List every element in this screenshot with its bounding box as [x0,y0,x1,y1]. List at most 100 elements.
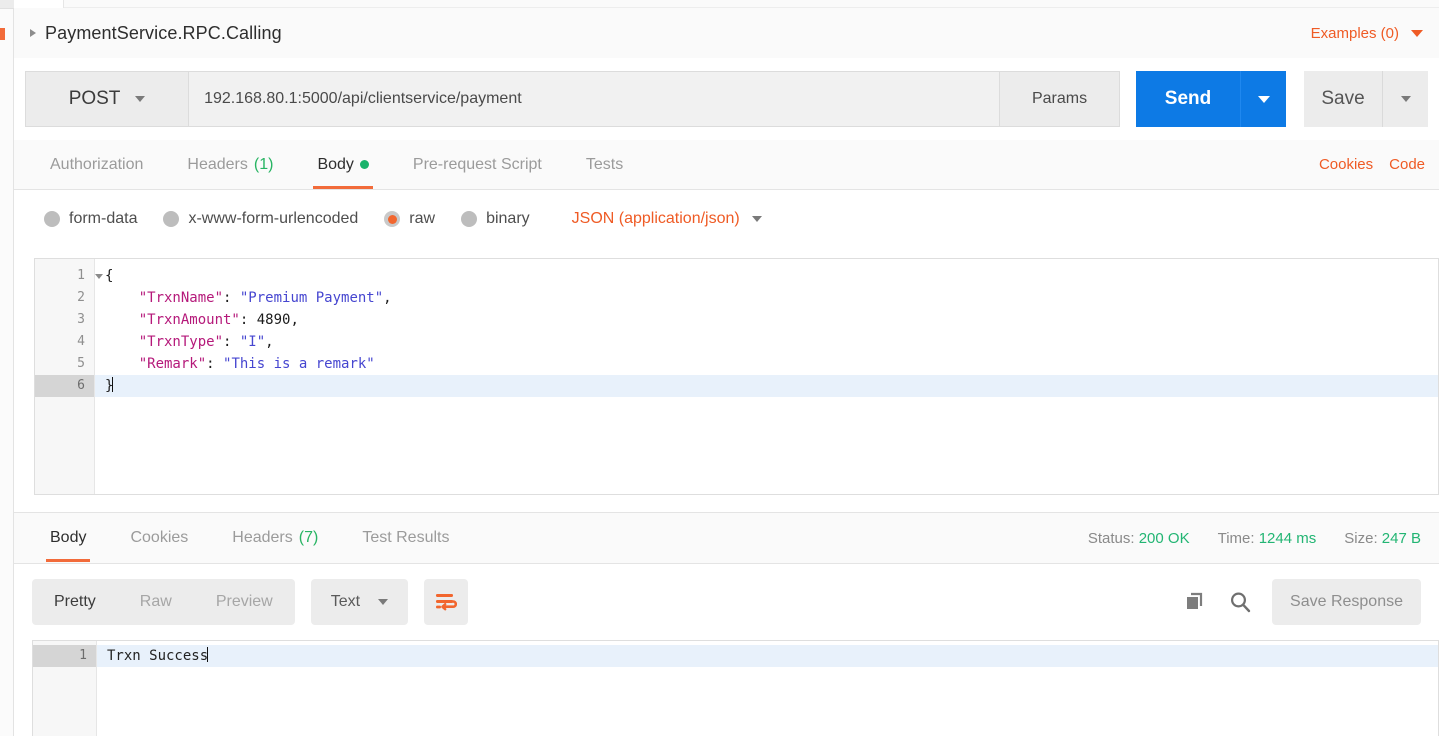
code-token: , [383,290,391,306]
code-line: "TrxnType": "I", [95,331,1438,353]
url-bar: POST Params Send Save [14,58,1439,140]
response-body-editor[interactable]: 1 Trxn Success [32,640,1439,736]
word-wrap-toggle[interactable] [424,579,468,625]
request-editor-code[interactable]: { "TrxnName": "Premium Payment", "TrxnAm… [95,259,1438,494]
params-button[interactable]: Params [1000,71,1120,127]
tab-headers[interactable]: Headers (1) [165,140,295,189]
cookies-link[interactable]: Cookies [1319,156,1373,173]
view-mode-raw[interactable]: Raw [118,579,194,625]
text-cursor [112,377,113,392]
response-toolbar: Pretty Raw Preview Text [14,564,1439,640]
content-type-select[interactable]: JSON (application/json) [572,210,762,228]
radio-binary[interactable]: binary [461,210,530,228]
chevron-down-icon [135,96,145,102]
code-token: "Premium Payment" [240,290,383,306]
save-group: Save [1304,71,1428,127]
response-editor-code[interactable]: Trxn Success [97,641,1438,736]
chevron-down-icon [378,599,388,605]
line-number: 2 [35,287,94,309]
status-value: 200 OK [1139,530,1190,547]
postman-window: PaymentService.RPC.Calling Examples (0) … [0,0,1439,736]
code-line: "TrxnName": "Premium Payment", [95,287,1438,309]
response-tabs: Body Cookies Headers (7) Test Results St… [14,512,1439,564]
radio-selected-icon [384,211,400,227]
code-token: "TrxnType" [139,334,223,350]
send-group: Send [1136,71,1286,127]
response-toolbar-right: Save Response [1184,579,1421,625]
request-tab-strip [14,0,1439,8]
view-mode-preview[interactable]: Preview [194,579,295,625]
line-number: 6 [35,375,94,397]
time-group: Time: 1244 ms [1218,530,1317,547]
response-tab-cookies[interactable]: Cookies [108,513,210,562]
save-options-button[interactable] [1382,71,1428,127]
code-token: "I" [240,334,265,350]
copy-icon[interactable] [1184,590,1208,614]
radio-label: binary [486,210,530,228]
sidebar-strip [0,0,14,736]
code-token [105,312,139,328]
save-response-button[interactable]: Save Response [1272,579,1421,625]
body-present-dot-icon [360,160,369,169]
tab-pre-request-script[interactable]: Pre-request Script [391,140,564,189]
open-tab[interactable] [14,0,64,8]
chevron-right-icon[interactable] [30,29,36,37]
line-number: 1 [35,265,94,287]
tab-label: Cookies [130,529,188,547]
radio-form-data[interactable]: form-data [44,210,137,228]
radio-label: form-data [69,210,137,228]
method-select[interactable]: POST [25,71,188,127]
tab-label: Test Results [362,529,449,547]
tab-tests[interactable]: Tests [564,140,645,189]
content-type-label: JSON (application/json) [572,210,740,228]
chevron-down-icon [752,216,762,222]
main-panel: PaymentService.RPC.Calling Examples (0) … [14,0,1439,736]
tab-authorization[interactable]: Authorization [28,140,165,189]
code-token: "TrxnName" [139,290,223,306]
examples-group[interactable]: Examples (0) [1311,25,1439,42]
response-tab-headers[interactable]: Headers (7) [210,513,340,562]
code-line: "TrxnAmount": 4890, [95,309,1438,331]
code-token: 4890 [257,312,291,328]
body-type-row: form-data x-www-form-urlencoded raw bina… [14,191,1439,247]
search-icon[interactable] [1228,590,1252,614]
response-tab-body[interactable]: Body [28,513,108,562]
code-token [105,290,139,306]
code-token: : [206,356,223,372]
tab-label: Body [50,529,86,547]
code-line: { [95,265,1438,287]
response-format-select[interactable]: Text [311,579,408,625]
code-token: { [105,268,113,284]
sidebar-tab-edge [0,0,14,9]
time-label: Time: [1218,530,1255,547]
chevron-down-icon [1258,96,1270,103]
request-editor-gutter: 123456 [35,259,95,494]
code-line: } [95,375,1438,397]
send-options-button[interactable] [1240,71,1286,127]
radio-x-www-form-urlencoded[interactable]: x-www-form-urlencoded [163,210,358,228]
view-mode-pretty[interactable]: Pretty [32,579,118,625]
status-label: Status: [1088,530,1135,547]
response-tab-test-results[interactable]: Test Results [340,513,471,562]
code-link[interactable]: Code [1389,156,1425,173]
line-number: 5 [35,353,94,375]
url-input[interactable] [188,71,1000,127]
radio-icon [44,211,60,227]
chevron-down-icon[interactable] [1411,30,1423,37]
code-token: "Remark" [139,356,206,372]
save-button[interactable]: Save [1304,71,1382,127]
radio-icon [163,211,179,227]
radio-raw[interactable]: raw [384,210,435,228]
request-body-editor[interactable]: 123456 { "TrxnName": "Premium Payment", … [34,258,1439,495]
request-title-group[interactable]: PaymentService.RPC.Calling [14,23,282,44]
examples-link[interactable]: Examples (0) [1311,25,1399,42]
code-token: , [290,312,298,328]
send-button[interactable]: Send [1136,71,1240,127]
request-title-row: PaymentService.RPC.Calling Examples (0) [14,8,1439,58]
format-label: Text [331,593,360,611]
line-number: 1 [33,645,96,667]
line-number: 3 [35,309,94,331]
line-number: 4 [35,331,94,353]
chevron-down-icon [1401,96,1411,102]
tab-body[interactable]: Body [295,140,390,189]
